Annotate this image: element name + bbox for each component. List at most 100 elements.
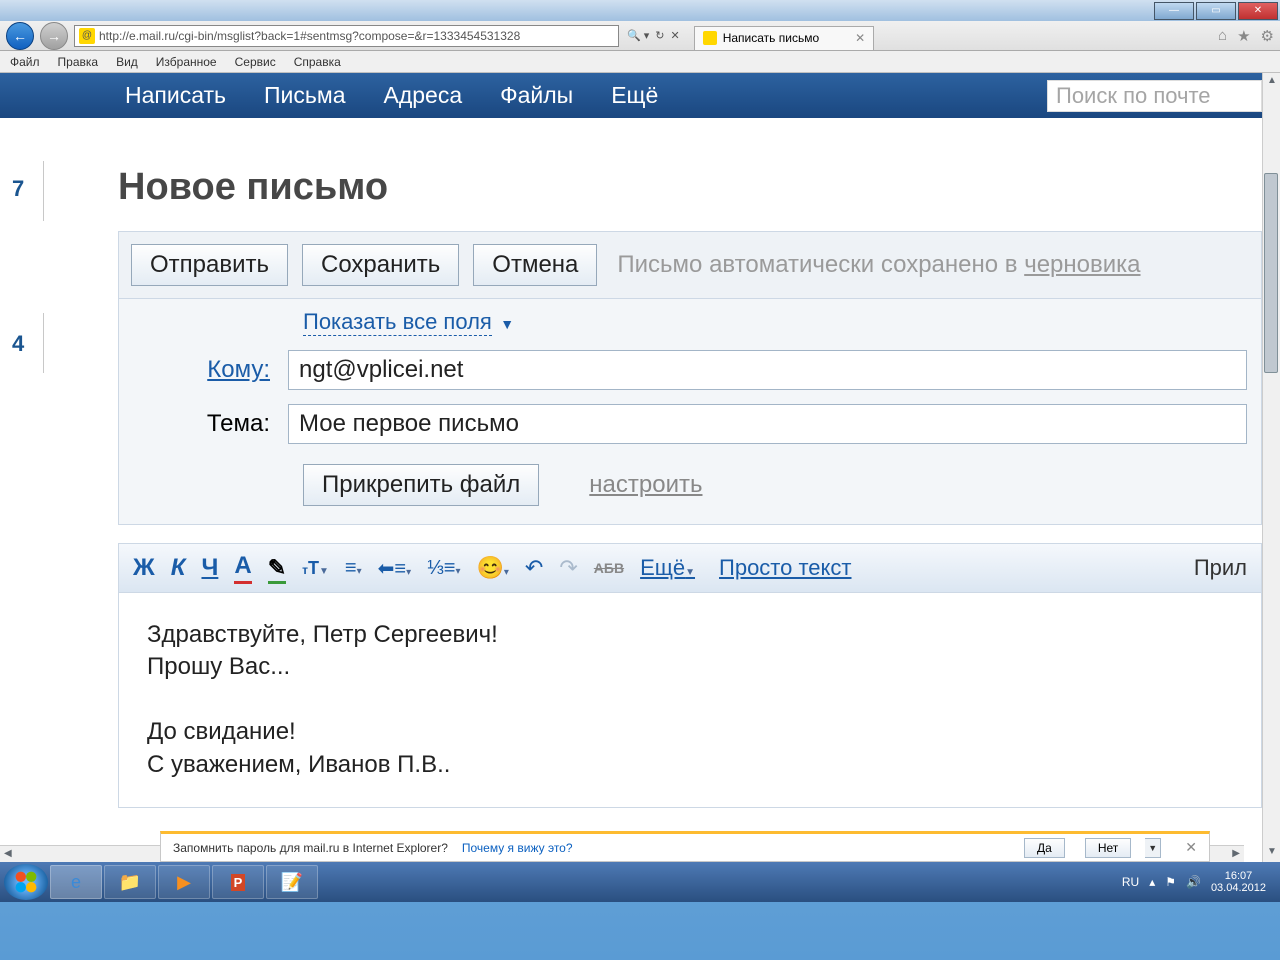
back-button[interactable]: ← [6,22,34,50]
tray-volume-icon[interactable]: 🔊 [1186,875,1201,889]
highlight-button[interactable]: ✎ [268,555,286,581]
tray-show-hidden-icon[interactable]: ▴ [1149,875,1155,889]
forward-button[interactable]: → [40,22,68,50]
tab-favicon-icon [703,31,717,45]
scroll-left-icon[interactable]: ◀ [4,848,12,859]
nav-letters[interactable]: Письма [264,82,345,109]
stop-icon[interactable]: ✕ [671,29,680,42]
indent-button[interactable]: ⬅≡▾ [378,556,411,581]
align-button[interactable]: ≡▾ [345,557,362,580]
cancel-button[interactable]: Отмена [473,244,597,286]
maximize-button[interactable]: ▭ [1196,2,1236,20]
menu-edit[interactable]: Правка [58,55,99,69]
undo-button[interactable]: ↶ [525,555,543,581]
browser-tab[interactable]: Написать письмо ✕ [694,26,874,50]
editor-toolbar: Ж К Ч А ✎ тT▼ ≡▾ ⬅≡▾ ⅓≡▾ 😊▾ ↶ ↷ АБВ Ещё▼… [118,543,1262,593]
nav-compose[interactable]: Написать [125,82,226,109]
vertical-scrollbar[interactable]: ▲ ▼ [1262,73,1280,862]
scroll-thumb[interactable] [1264,173,1278,373]
favorites-icon[interactable]: ★ [1237,27,1250,45]
italic-button[interactable]: К [171,554,186,582]
bold-button[interactable]: Ж [133,554,155,582]
strikethrough-button[interactable]: АБВ [594,560,624,576]
gutter-divider [43,161,44,221]
save-button[interactable]: Сохранить [302,244,459,286]
nav-files[interactable]: Файлы [500,82,573,109]
infobar-no-button[interactable]: Нет [1085,838,1131,858]
taskbar-media[interactable]: ▶ [158,865,210,899]
attach-file-button[interactable]: Прикрепить файл [303,464,539,506]
menu-help[interactable]: Справка [294,55,341,69]
folder-icon: 📁 [119,872,141,893]
close-button[interactable]: ✕ [1238,2,1278,20]
tray-clock[interactable]: 16:07 03.04.2012 [1211,870,1266,894]
address-bar[interactable]: @ http://e.mail.ru/cgi-bin/msglist?back=… [74,25,619,47]
drafts-link[interactable]: черновика [1024,251,1140,278]
powerpoint-icon: P [231,874,246,891]
mail-topnav: Написать Письма Адреса Файлы Ещё Поиск п… [0,73,1262,118]
tab-title: Написать письмо [723,31,819,45]
infobar-yes-button[interactable]: Да [1024,838,1065,858]
menu-file[interactable]: Файл [10,55,40,69]
taskbar-app[interactable]: 📝 [266,865,318,899]
to-label[interactable]: Кому: [133,356,288,384]
taskbar-powerpoint[interactable]: P [212,865,264,899]
infobar-dropdown-icon[interactable]: ▼ [1145,838,1161,858]
menu-tools[interactable]: Сервис [235,55,276,69]
tray-lang[interactable]: RU [1122,875,1139,889]
subject-input[interactable] [288,404,1247,444]
font-size-button[interactable]: тT▼ [302,558,329,579]
browser-menu: Файл Правка Вид Избранное Сервис Справка [0,51,1280,73]
infobar-close-icon[interactable]: ✕ [1185,839,1197,856]
underline-button[interactable]: Ч [201,554,218,582]
caret-down-icon: ▼ [500,316,514,332]
tray-flag-icon[interactable]: ⚑ [1165,875,1176,889]
slide-thumb-number: 7 [12,176,24,202]
send-button[interactable]: Отправить [131,244,288,286]
to-input[interactable] [288,350,1247,390]
autosave-notice: Письмо автоматически сохранено в чернови… [617,251,1140,279]
mail-search-input[interactable]: Поиск по почте [1047,80,1262,112]
media-icon: ▶ [177,872,191,893]
address-controls: 🔍 ▾ ↻ ✕ [627,29,680,42]
nav-addresses[interactable]: Адреса [383,82,462,109]
search-dropdown-icon[interactable]: 🔍 ▾ [627,29,649,42]
favicon-icon: @ [79,28,95,44]
start-button[interactable] [4,864,48,900]
system-tray: RU ▴ ⚑ 🔊 16:07 03.04.2012 [1122,870,1276,894]
taskbar-explorer[interactable]: 📁 [104,865,156,899]
infobar-why-link[interactable]: Почему я вижу это? [462,841,573,855]
app-icon: 📝 [281,872,303,893]
font-color-button[interactable]: А [234,552,251,584]
toolbar-more-link[interactable]: Ещё▼ [640,555,695,581]
scroll-down-icon[interactable]: ▼ [1265,846,1279,860]
plain-text-link[interactable]: Просто текст [719,555,851,581]
emoji-button[interactable]: 😊▾ [476,555,508,581]
menu-view[interactable]: Вид [116,55,138,69]
redo-button[interactable]: ↷ [559,555,577,581]
list-button[interactable]: ⅓≡▾ [427,557,460,580]
password-infobar: Запомнить пароль для mail.ru в Internet … [160,831,1210,862]
compose-fields: Показать все поля ▼ Кому: Тема: Прикрепи… [118,299,1262,525]
subject-label: Тема: [133,410,288,438]
scroll-up-icon[interactable]: ▲ [1265,75,1279,89]
show-all-fields-link[interactable]: Показать все поля [303,309,492,336]
home-icon[interactable]: ⌂ [1218,27,1227,45]
configure-link[interactable]: настроить [589,471,702,499]
slide-thumb-number: 4 [12,331,24,357]
minimize-button[interactable]: — [1154,2,1194,20]
tools-icon[interactable]: ⚙ [1261,27,1274,45]
ie-icon: e [71,872,81,893]
nav-more[interactable]: Ещё [611,82,658,109]
window-titlebar: — ▭ ✕ [0,0,1280,21]
taskbar: e 📁 ▶ P 📝 RU ▴ ⚑ 🔊 16:07 03.04.2012 [0,862,1280,902]
refresh-icon[interactable]: ↻ [655,29,664,42]
message-body[interactable]: Здравствуйте, Петр Сергеевич! Прошу Вас.… [118,593,1262,808]
tab-close-icon[interactable]: ✕ [855,31,865,45]
page-title: Новое письмо [118,166,1262,209]
attachments-label: Прил [1194,555,1247,581]
taskbar-ie[interactable]: e [50,865,102,899]
scroll-right-icon[interactable]: ▶ [1232,848,1240,859]
url-text: http://e.mail.ru/cgi-bin/msglist?back=1#… [99,29,520,43]
menu-favorites[interactable]: Избранное [156,55,217,69]
